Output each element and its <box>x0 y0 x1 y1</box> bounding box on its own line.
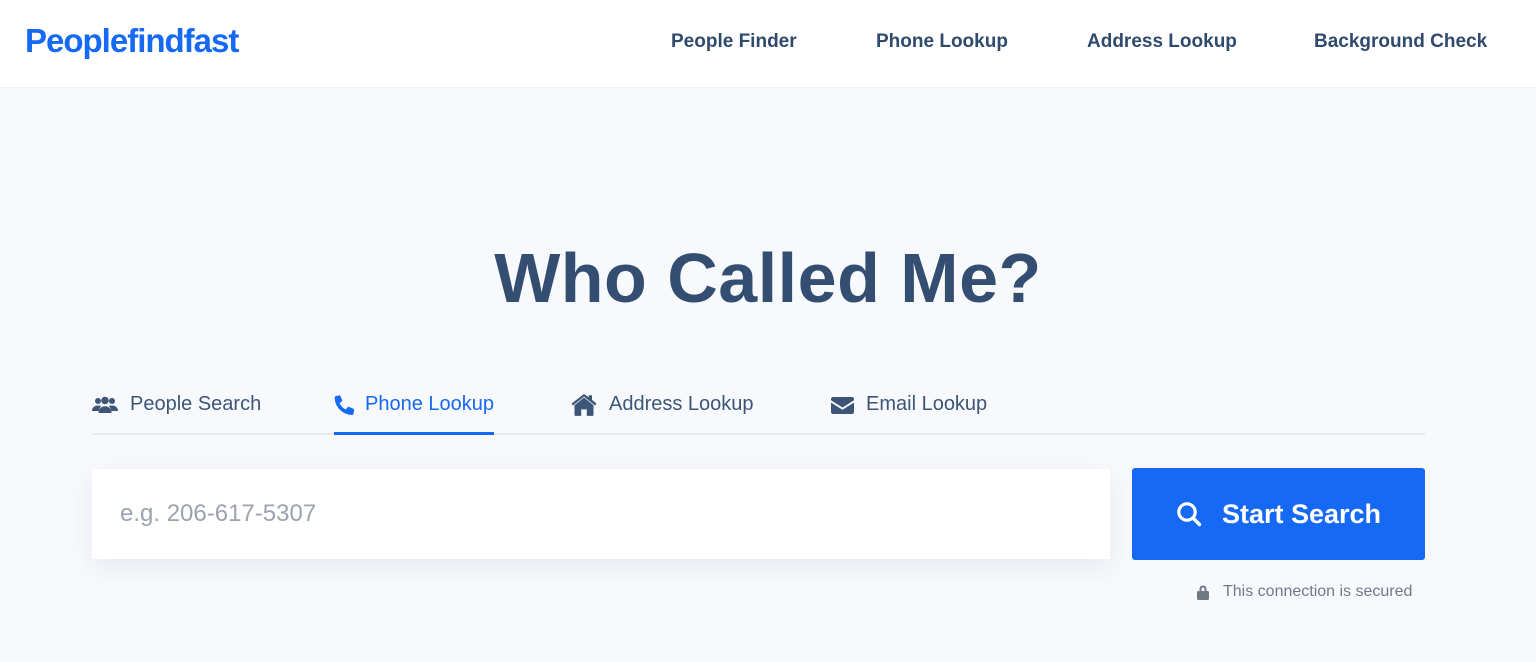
tab-label: Email Lookup <box>866 393 988 415</box>
tab-label: People Search <box>130 393 262 415</box>
security-text: This connection is secured <box>1223 583 1413 600</box>
tab-label: Phone Lookup <box>365 393 495 415</box>
tab-email-lookup[interactable]: Email Lookup <box>831 393 987 435</box>
nav-address-lookup[interactable]: Address Lookup <box>1087 31 1237 53</box>
search-icon <box>1176 501 1202 527</box>
users-icon <box>92 393 118 417</box>
tabs-divider <box>92 433 1425 435</box>
home-icon <box>571 393 597 417</box>
site-header: Peoplefindfast People Finder Phone Looku… <box>0 0 1536 88</box>
start-search-label: Start Search <box>1221 498 1382 529</box>
security-note: This connection is secured <box>1196 583 1412 601</box>
phone-icon <box>334 393 354 417</box>
tab-phone-lookup[interactable]: Phone Lookup <box>334 393 495 435</box>
nav-people-finder[interactable]: People Finder <box>671 31 797 53</box>
tab-label: Address Lookup <box>609 393 754 415</box>
nav-phone-lookup[interactable]: Phone Lookup <box>876 31 1008 53</box>
phone-search-input[interactable] <box>92 469 1110 559</box>
page-title: Who Called Me? <box>494 239 1042 317</box>
site-logo[interactable]: Peoplefindfast <box>25 22 239 60</box>
tab-people-search[interactable]: People Search <box>92 393 261 435</box>
lock-icon <box>1196 584 1210 600</box>
tab-address-lookup[interactable]: Address Lookup <box>571 393 754 435</box>
nav-background-check[interactable]: Background Check <box>1314 31 1487 53</box>
start-search-button[interactable]: Start Search <box>1132 468 1425 560</box>
envelope-icon <box>831 393 854 417</box>
